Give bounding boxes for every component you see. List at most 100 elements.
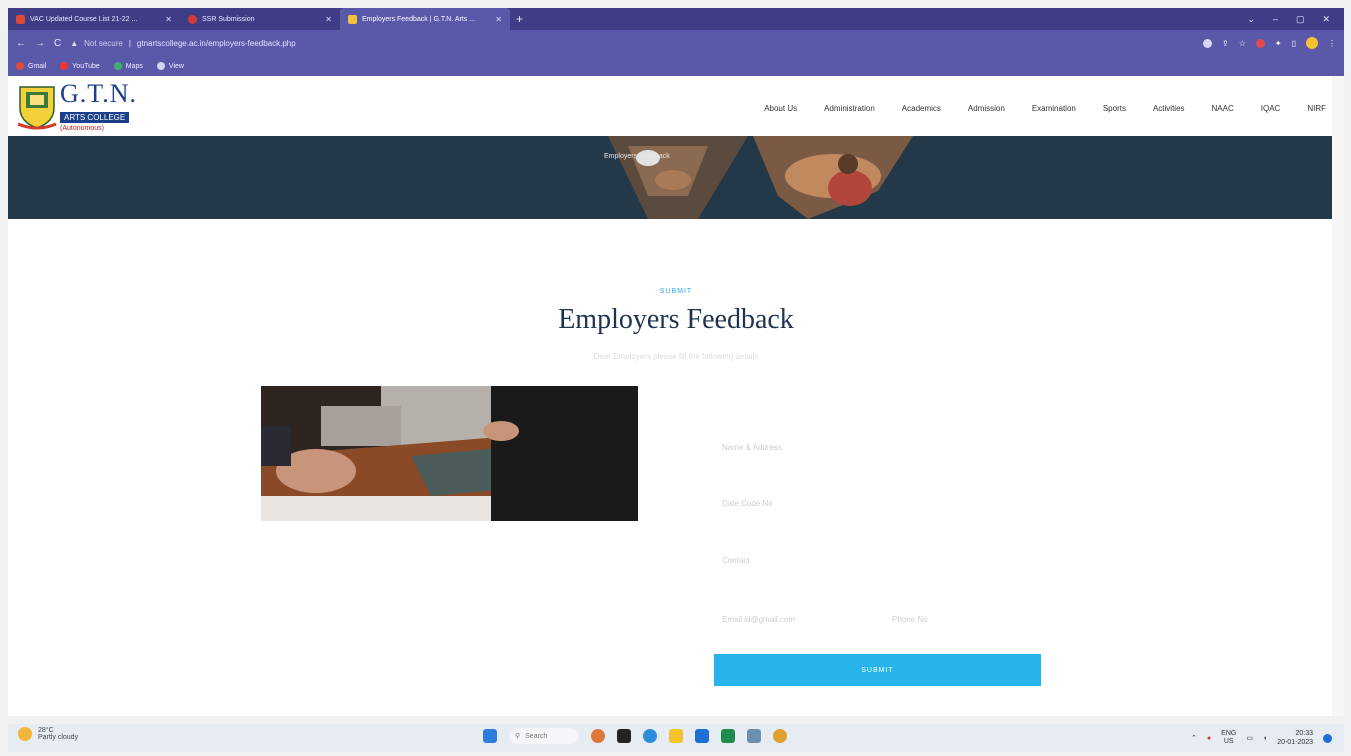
forward-button[interactable]: → (35, 38, 45, 49)
page-scrollbar[interactable] (1332, 76, 1344, 716)
menu-icon[interactable]: ⋮ (1328, 39, 1336, 48)
youtube-icon (60, 62, 69, 70)
network-icon[interactable]: ▭ (1246, 734, 1253, 742)
widgets-icon[interactable] (591, 729, 605, 743)
notepad-icon[interactable] (747, 729, 761, 743)
nav-sports[interactable]: Sports (1103, 104, 1126, 113)
college-crest-logo[interactable] (14, 84, 60, 130)
maximize-button[interactable]: ▢ (1296, 14, 1305, 25)
edge-icon[interactable] (643, 729, 657, 743)
lang-bottom: US (1223, 738, 1234, 745)
bookmark-star-icon[interactable]: ☆ (1239, 39, 1246, 48)
sidebar-icon[interactable]: ▯ (1292, 39, 1296, 48)
warning-icon: ▲ (70, 38, 79, 48)
url-field[interactable]: ▲ Not secure | gtnartscollege.ac.in/empl… (70, 39, 295, 48)
globe-icon (156, 62, 165, 70)
nav-naac[interactable]: NAAC (1212, 104, 1234, 113)
toolbar-icons: ⇪ ☆ ✦ ▯ ⋮ (1203, 37, 1336, 49)
chrome-icon[interactable] (773, 729, 787, 743)
google-lens-icon[interactable] (1203, 38, 1213, 48)
browser-tab[interactable]: SSR Submission ✕ (180, 8, 340, 30)
business-meeting-image (261, 386, 638, 521)
close-tab-icon[interactable]: ✕ (495, 15, 502, 24)
nav-examination[interactable]: Examination (1032, 104, 1076, 113)
task-view-icon[interactable] (617, 729, 631, 743)
minimize-button[interactable]: – (1273, 14, 1278, 25)
bookmark-label: Maps (125, 62, 143, 70)
name-address-input[interactable]: Name & Address (722, 443, 782, 452)
bookmark-maps[interactable]: Maps (113, 62, 143, 70)
address-bar: ← → C ▲ Not secure | gtnartscollege.ac.i… (8, 30, 1344, 56)
windows-start-icon[interactable] (483, 729, 497, 743)
browser-tab-active[interactable]: Employers Feedback | G.T.N. Arts ... ✕ (340, 8, 510, 30)
extension-puzzle-icon[interactable]: ✦ (1275, 39, 1282, 48)
notification-icon[interactable] (1323, 733, 1332, 743)
weather-desc: Partly cloudy (38, 734, 79, 741)
chevron-down-icon[interactable]: ⌄ (1247, 14, 1255, 25)
mail-icon[interactable] (695, 729, 709, 743)
lang-top: ENG (1221, 730, 1237, 737)
bookmarks-bar: Gmail YouTube Maps View (8, 56, 1344, 76)
site-header: G.T.N. ARTS COLLEGE (Autonomous) About U… (8, 76, 1344, 136)
section-eyebrow: SUBMIT (659, 288, 693, 295)
reload-button[interactable]: C (54, 38, 61, 49)
tab-label: Employers Feedback | G.T.N. Arts ... (362, 15, 476, 23)
browser-tabstrip: VAC Updated Course List 21-22 ... ✕ SSR … (8, 8, 1344, 30)
nav-nirf[interactable]: NIRF (1307, 104, 1326, 113)
nav-about-us[interactable]: About Us (764, 104, 797, 113)
weather-sun-icon (18, 727, 32, 741)
bookmark-label: Gmail (28, 62, 47, 70)
tab-label: SSR Submission (202, 15, 255, 23)
new-tab-button[interactable]: + (516, 12, 523, 26)
nav-academics[interactable]: Academics (902, 104, 941, 113)
share-icon[interactable]: ⇪ (1222, 39, 1229, 48)
gmail-icon (16, 14, 25, 24)
profile-avatar[interactable] (1306, 37, 1318, 49)
tab-label: VAC Updated Course List 21-22 ... (30, 15, 138, 23)
close-tab-icon[interactable]: ✕ (325, 15, 332, 24)
close-tab-icon[interactable]: ✕ (165, 15, 172, 24)
college-favicon-icon (348, 14, 357, 24)
security-label: Not secure (84, 38, 123, 48)
weather-temp: 28°C (38, 727, 54, 734)
search-label: Search (525, 732, 548, 740)
page-subtitle: Dear Employers please fill the following… (593, 352, 759, 361)
clock-date: 20-01-2023 (1277, 739, 1313, 746)
url-text: gtnartscollege.ac.in/employers-feedback.… (136, 38, 296, 48)
nav-iqac[interactable]: IQAC (1261, 104, 1281, 113)
tray-app-icon[interactable]: ● (1207, 735, 1211, 742)
bookmark-youtube[interactable]: YouTube (60, 62, 100, 70)
nav-admission[interactable]: Admission (968, 104, 1005, 113)
page-title: Employers Feedback (558, 304, 794, 335)
volume-icon[interactable]: ◖ (1263, 735, 1267, 742)
nav-activities[interactable]: Activities (1153, 104, 1185, 113)
bookmark-view[interactable]: View (156, 62, 184, 70)
submit-button[interactable]: SUBMIT (714, 654, 1041, 686)
clock[interactable]: 20:33 20-01-2023 (1277, 729, 1313, 747)
chevron-up-icon[interactable]: ⌃ (1191, 734, 1197, 742)
contact-input[interactable]: Contact (722, 556, 750, 565)
phone-input[interactable]: Phone No (892, 615, 928, 624)
file-explorer-icon[interactable] (669, 729, 683, 743)
logo-status: (Autonomous) (60, 125, 104, 132)
maps-icon (113, 62, 122, 70)
email-input[interactable]: Email id@gmail.com (722, 615, 795, 624)
banner-classroom-image (608, 136, 913, 219)
taskbar-search[interactable]: ⚲ Search (509, 728, 579, 744)
page-banner: Employers Feedback (8, 136, 1332, 219)
browser-tab[interactable]: VAC Updated Course List 21-22 ... ✕ (8, 8, 180, 30)
language-indicator[interactable]: ENG US (1221, 730, 1236, 746)
date-code-input[interactable]: Date Code No (722, 499, 773, 508)
taskbar-apps: ⚲ Search (483, 728, 787, 744)
college-logo-text[interactable]: G.T.N. ARTS COLLEGE (Autonomous) (60, 81, 137, 132)
window-controls: ⌄ – ▢ ✕ (1247, 14, 1344, 25)
nav-administration[interactable]: Administration (824, 104, 875, 113)
close-window-button[interactable]: ✕ (1322, 14, 1330, 25)
back-button[interactable]: ← (16, 38, 26, 49)
excel-icon[interactable] (721, 729, 735, 743)
search-icon: ⚲ (515, 733, 521, 740)
weather-widget[interactable]: 28°C Partly cloudy (18, 727, 78, 741)
clock-time: 20:33 (1295, 730, 1313, 737)
extension-red-icon[interactable] (1255, 38, 1265, 48)
bookmark-gmail[interactable]: Gmail (16, 62, 46, 70)
